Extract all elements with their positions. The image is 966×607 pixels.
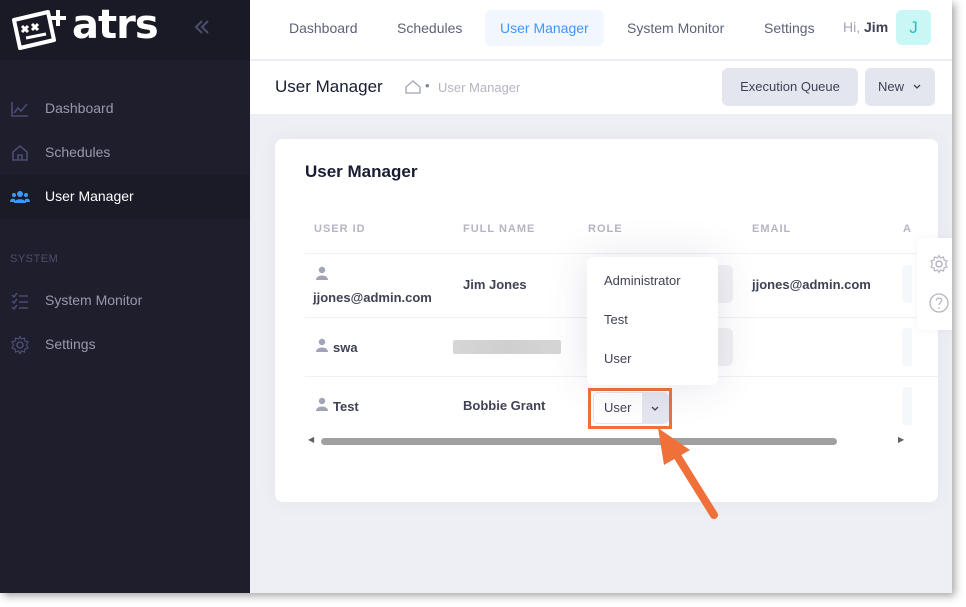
table-row-full-name: Jim Jones (463, 277, 527, 292)
redacted-full-name (453, 340, 561, 354)
scroll-left-arrow-icon[interactable]: ◀ (308, 435, 314, 444)
chart-line-icon (11, 102, 28, 117)
column-header-email: EMAIL (752, 223, 792, 235)
user-icon (316, 338, 328, 352)
role-option-test[interactable]: Test (587, 302, 718, 338)
sidebar-item-user-manager[interactable]: User Manager (0, 175, 250, 219)
sidebar-item-label: Schedules (45, 144, 111, 160)
users-icon (10, 191, 30, 203)
scroll-right-arrow-icon[interactable]: ▶ (898, 435, 904, 444)
page-title: User Manager (275, 77, 383, 96)
top-header: Dashboard Schedules User Manager System … (250, 0, 952, 60)
chevron-down-icon (913, 84, 921, 89)
table-horizontal-scrollbar[interactable]: ◀ ▶ (305, 435, 908, 447)
sidebar-item-label: Settings (45, 336, 96, 352)
table-row-user-id: swa (333, 340, 358, 355)
sidebar-item-label: System Monitor (45, 292, 143, 308)
collapse-sidebar-button[interactable] (190, 16, 214, 40)
sidebar: atrs Dashboard Schedules User Manager SY… (0, 0, 250, 593)
breadcrumb-separator: • (425, 78, 430, 93)
column-header-full-name: FULL NAME (463, 223, 536, 235)
sidebar-item-label: User Manager (45, 188, 134, 204)
tab-settings[interactable]: Settings (749, 10, 830, 46)
table-row-full-name: Bobbie Grant (463, 398, 546, 413)
tab-dashboard[interactable]: Dashboard (274, 10, 373, 46)
role-option-administrator[interactable]: Administrator (587, 263, 718, 299)
chevrons-left-icon (194, 20, 209, 34)
sidebar-section-system: SYSTEM (10, 253, 59, 265)
row-divider (305, 253, 938, 254)
chevron-down-icon (642, 393, 668, 423)
sidebar-item-settings[interactable]: Settings (0, 323, 250, 367)
floating-side-panel (917, 238, 952, 330)
row-action-button[interactable] (902, 265, 912, 303)
role-select-row-3[interactable]: User (593, 392, 669, 424)
column-header-actions: A (903, 223, 912, 235)
help-icon[interactable] (928, 292, 950, 314)
home-icon[interactable] (405, 80, 421, 94)
atrs-logo-icon (12, 10, 66, 50)
execution-queue-button[interactable]: Execution Queue (722, 68, 858, 106)
greeting-user-name: Jim (864, 19, 889, 35)
sidebar-item-system-monitor[interactable]: System Monitor (0, 279, 250, 323)
user-icon (316, 266, 328, 280)
user-greeting: Hi, Jim (843, 19, 888, 35)
table-row-email: jjones@admin.com (752, 277, 871, 292)
greeting-prefix: Hi, (843, 19, 861, 35)
home-icon (12, 144, 28, 161)
new-button[interactable]: New (865, 68, 935, 106)
app-window: atrs Dashboard Schedules User Manager SY… (0, 0, 952, 593)
brand-header: atrs (0, 0, 250, 60)
list-check-icon (11, 292, 28, 311)
row-action-button[interactable] (902, 328, 912, 366)
role-select-value: User (604, 400, 632, 415)
sidebar-item-dashboard[interactable]: Dashboard (0, 87, 250, 131)
tab-schedules[interactable]: Schedules (382, 10, 477, 46)
table-row-user-id: Test (333, 399, 359, 414)
sidebar-item-schedules[interactable]: Schedules (0, 131, 250, 175)
user-manager-card: User Manager USER ID FULL NAME ROLE EMAI… (275, 139, 938, 502)
brand-name: atrs (72, 2, 159, 48)
gear-icon[interactable] (928, 253, 950, 275)
role-dropdown-menu: Administrator Test User (587, 257, 718, 385)
page-toolbar: User Manager • User Manager Execution Qu… (250, 61, 952, 114)
tab-system-monitor[interactable]: System Monitor (612, 10, 739, 46)
gear-icon (11, 335, 29, 355)
card-title: User Manager (305, 162, 418, 181)
user-icon (316, 397, 328, 411)
tab-user-manager[interactable]: User Manager (485, 10, 604, 46)
avatar[interactable]: J (896, 10, 931, 45)
scrollbar-thumb[interactable] (321, 438, 837, 445)
row-action-button[interactable] (902, 387, 912, 425)
column-header-user-id: USER ID (314, 223, 366, 235)
role-option-user[interactable]: User (587, 341, 718, 377)
sidebar-item-label: Dashboard (45, 100, 114, 116)
column-header-role: ROLE (588, 223, 623, 235)
new-button-label: New (878, 79, 905, 94)
table-row-user-id: jjones@admin.com (313, 290, 432, 305)
breadcrumb: User Manager (438, 80, 521, 95)
